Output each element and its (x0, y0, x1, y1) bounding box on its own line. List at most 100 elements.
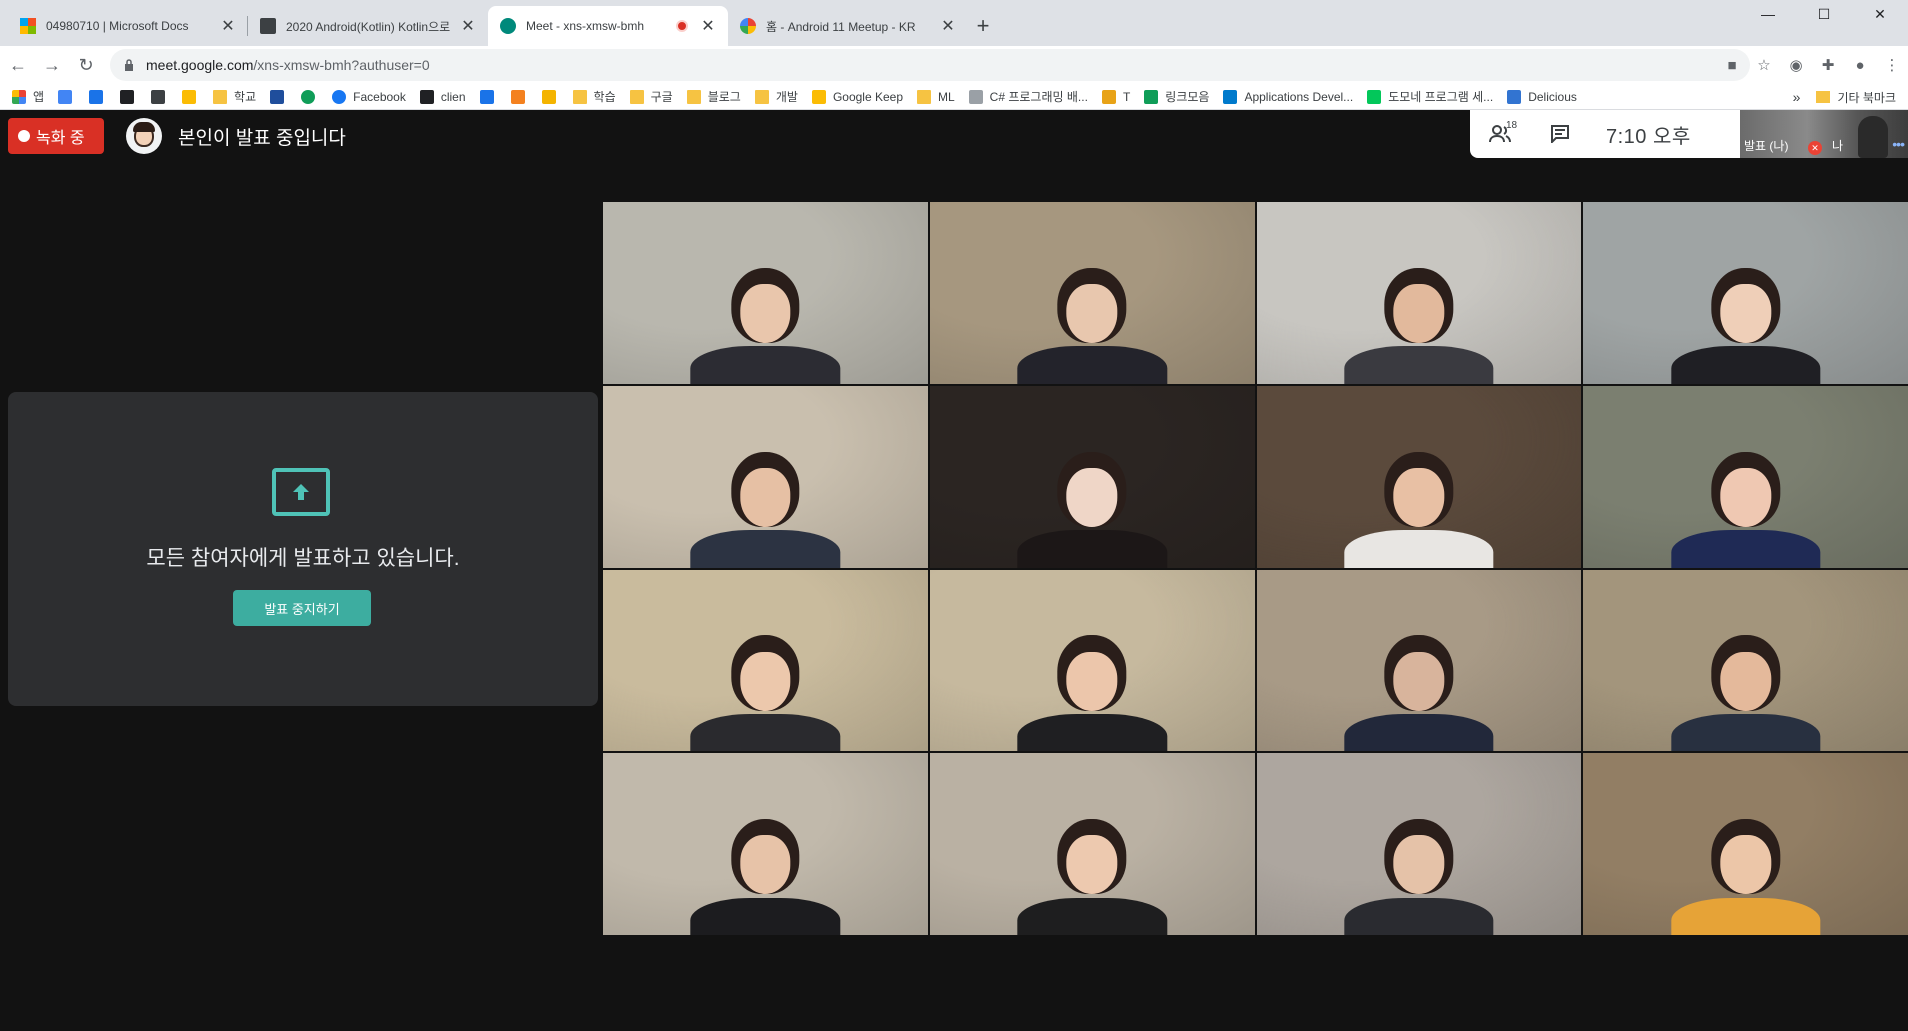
screenshot-icon[interactable]: ◉ (1780, 49, 1812, 81)
folder-icon (686, 89, 701, 104)
bookmark-item[interactable]: Applications Devel... (1223, 84, 1353, 109)
tab-android-meetup[interactable]: 홈 - Android 11 Meetup - KR ✕ (728, 6, 968, 46)
participant-video-tile[interactable] (603, 202, 928, 384)
bookmark-label: clien (440, 89, 466, 104)
bookmark-label: Delicious (1528, 89, 1577, 104)
extensions-icon[interactable]: ✚ (1812, 49, 1844, 81)
bookmark-item[interactable] (120, 84, 141, 109)
participant-video-tile[interactable] (1583, 569, 1908, 752)
bookmark-item[interactable]: 앱 (12, 84, 44, 109)
participant-video-tile[interactable] (1256, 202, 1582, 384)
close-icon[interactable]: ✕ (700, 16, 716, 36)
folder-icon (629, 89, 644, 104)
participants-count: 18 (1506, 120, 1518, 131)
close-icon[interactable]: ✕ (220, 16, 236, 36)
bookmark-item[interactable]: clien (419, 84, 466, 109)
participant-video-tile[interactable] (1256, 385, 1582, 568)
participant-silhouette (1017, 790, 1167, 935)
minimize-button[interactable]: — (1740, 0, 1796, 28)
close-icon[interactable]: ✕ (940, 16, 956, 36)
menu-icon[interactable]: ⋮ (1876, 49, 1908, 81)
maximize-button[interactable]: ☐ (1796, 0, 1852, 28)
participant-silhouette (1670, 790, 1821, 935)
bookmark-item[interactable]: T (1101, 84, 1131, 109)
participant-video-tile[interactable] (603, 753, 928, 935)
recording-indicator-icon (676, 20, 688, 32)
bookmark-item[interactable] (510, 84, 532, 109)
bookmark-item[interactable]: 링크모음 (1144, 84, 1209, 109)
bookmark-item[interactable]: Delicious (1507, 84, 1577, 109)
tab-android-kotlin[interactable]: 2020 Android(Kotlin) Kotlin으로 ✕ (248, 6, 488, 46)
participant-silhouette (1017, 422, 1167, 568)
participant-video-tile[interactable] (929, 385, 1255, 568)
participant-grid (603, 202, 1908, 935)
stop-presenting-button[interactable]: 발표 중지하기 (233, 590, 371, 626)
delicious-icon (1507, 89, 1522, 104)
bookmark-label: T (1122, 89, 1131, 104)
camera-in-use-icon[interactable]: ■ (1716, 49, 1748, 81)
bookmark-star-icon[interactable]: ☆ (1748, 49, 1780, 81)
reload-button[interactable]: ↻ (70, 49, 102, 81)
participant-video-tile[interactable] (1583, 385, 1908, 568)
participant-silhouette (1017, 606, 1167, 752)
profile-avatar-icon[interactable]: ● (1844, 49, 1876, 81)
participant-silhouette (1344, 790, 1494, 935)
bookmark-item[interactable] (541, 84, 563, 109)
bookmark-item[interactable]: Facebook (332, 84, 406, 109)
chat-button[interactable] (1530, 110, 1590, 158)
tab-title: 홈 - Android 11 Meetup - KR (766, 19, 916, 34)
globe-icon (301, 89, 316, 104)
more-options-icon[interactable]: ••• (1892, 136, 1905, 152)
plus-green-icon (1144, 89, 1159, 104)
folder-icon (917, 89, 931, 104)
calendar24-icon (479, 89, 494, 104)
bookmark-item[interactable]: 구글 (629, 84, 673, 109)
participant-video-tile[interactable] (929, 202, 1255, 384)
tab-title: 04980710 | Microsoft Docs (46, 19, 189, 33)
tab-meet[interactable]: Meet - xns-xmsw-bmh ✕ (488, 6, 728, 46)
bookmark-item[interactable] (270, 84, 291, 109)
bookmark-item[interactable] (182, 84, 203, 109)
bookmark-label: C# 프로그래밍 배... (989, 90, 1088, 104)
participant-video-tile[interactable] (1256, 753, 1582, 935)
participant-video-tile[interactable] (603, 569, 928, 752)
other-bookmarks[interactable]: 기타 북마크 (1837, 89, 1896, 106)
participant-silhouette (1670, 422, 1821, 568)
participant-video-tile[interactable] (1583, 753, 1908, 935)
participants-button[interactable]: 18 (1470, 110, 1530, 158)
address-bar[interactable]: meet.google.com/xns-xmsw-bmh?authuser=0 (110, 49, 1750, 81)
participant-video-tile[interactable] (1256, 569, 1582, 752)
participant-video-tile[interactable] (929, 753, 1255, 935)
bookmark-item[interactable]: 블로그 (686, 84, 741, 109)
bookmark-item[interactable]: C# 프로그래밍 배... (968, 84, 1088, 109)
bookmark-item[interactable] (89, 84, 110, 109)
new-tab-button[interactable]: + (968, 6, 998, 46)
close-icon[interactable]: ✕ (460, 16, 476, 36)
self-video-tile[interactable]: 발표 (나) ✕ 나 ••• (1740, 110, 1908, 158)
tab-title: 2020 Android(Kotlin) Kotlin으로 (286, 19, 451, 34)
tab-title: Meet - xns-xmsw-bmh (526, 19, 645, 33)
recording-badge[interactable]: 녹화 중 (8, 118, 104, 154)
participant-video-tile[interactable] (1583, 202, 1908, 384)
participant-video-tile[interactable] (603, 385, 928, 568)
tab-microsoft-docs[interactable]: 04980710 | Microsoft Docs ✕ (8, 6, 248, 46)
bookmarks-overflow-button[interactable]: » (1793, 89, 1801, 105)
bookmark-item[interactable]: 학습 (572, 84, 616, 109)
bookmark-item[interactable]: 도모네 프로그램 세... (1367, 84, 1493, 109)
forward-button[interactable]: → (36, 49, 68, 81)
bookmark-item[interactable]: 개발 (754, 84, 798, 109)
classroom-icon (260, 18, 276, 34)
bookmark-item[interactable] (479, 84, 501, 109)
close-window-button[interactable]: ✕ (1852, 0, 1908, 28)
bookmark-item[interactable]: ML (917, 84, 955, 109)
back-button[interactable]: ← (2, 49, 34, 81)
bookmark-item[interactable]: Google Keep (811, 84, 903, 109)
bookmarks-bar: 앱 학교 Facebook clien 학습 구글 블로그 개발 Google Keep ML C#… (0, 84, 1908, 110)
bookmark-item[interactable] (301, 84, 322, 109)
participant-video-tile[interactable] (929, 569, 1255, 752)
bookmark-label: ML (938, 89, 955, 104)
bookmark-item[interactable] (151, 84, 172, 109)
participant-silhouette (690, 238, 841, 384)
bookmark-item[interactable] (58, 84, 79, 109)
bookmark-item[interactable]: 학교 (213, 84, 256, 109)
